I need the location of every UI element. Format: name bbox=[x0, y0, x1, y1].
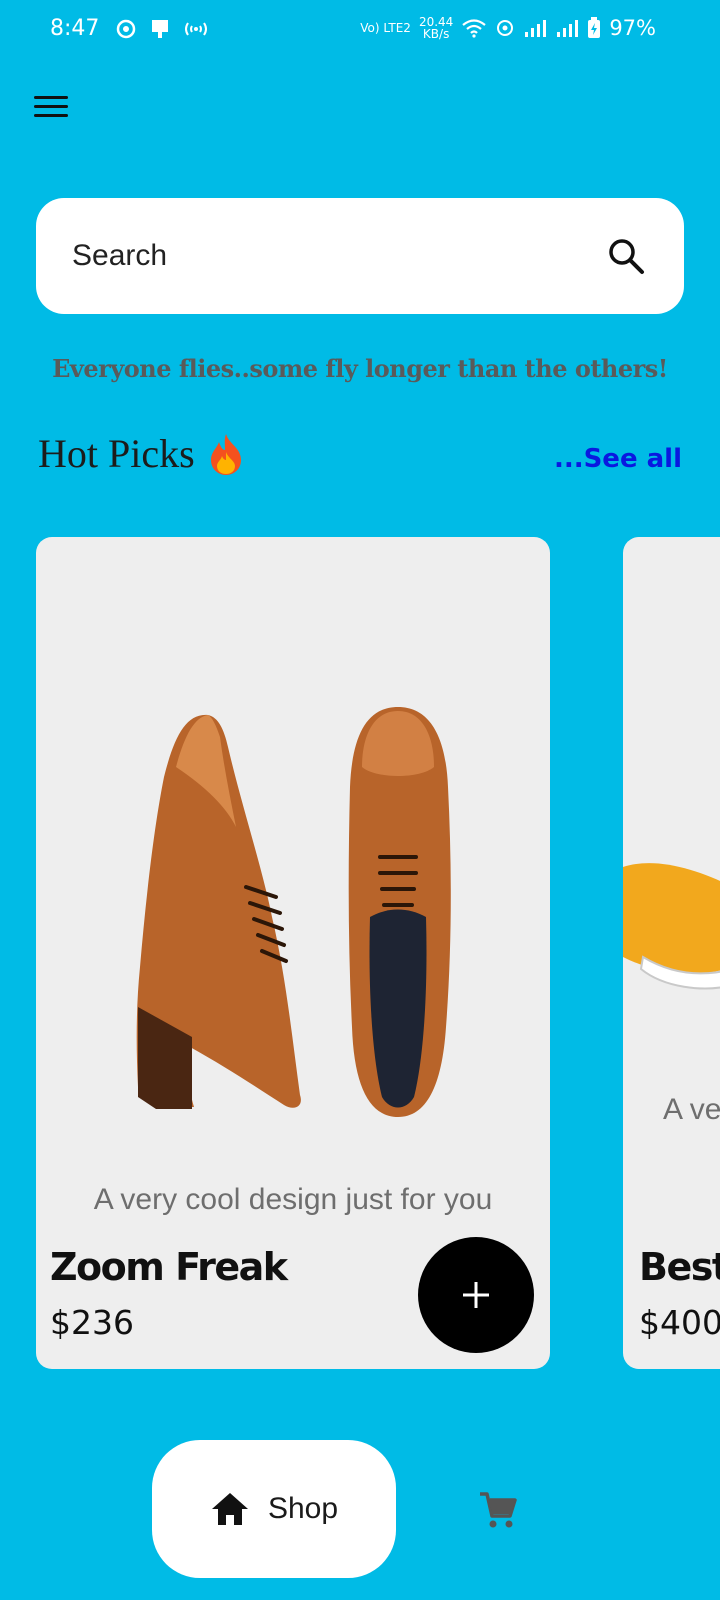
signal-icon bbox=[557, 20, 579, 37]
product-name: Zoom Freak bbox=[50, 1245, 288, 1289]
nav-shop-label: Shop bbox=[267, 1492, 339, 1525]
whatsapp-icon bbox=[116, 19, 136, 39]
status-time: 8:47 bbox=[50, 16, 100, 41]
lte-indicator: Vo) LTE2 bbox=[360, 22, 411, 34]
cart-icon[interactable] bbox=[478, 1490, 518, 1530]
add-to-cart-button[interactable] bbox=[418, 1237, 534, 1353]
notification-icon bbox=[152, 20, 168, 38]
nav-shop-button[interactable]: Shop bbox=[152, 1440, 396, 1578]
see-all-link[interactable]: ...See all bbox=[554, 444, 682, 474]
tagline: Everyone flies..some fly longer than the… bbox=[52, 354, 668, 383]
product-card[interactable]: A very cool design just for you Zoom Fre… bbox=[36, 537, 550, 1369]
menu-line bbox=[34, 105, 68, 108]
product-price: $236 bbox=[50, 1303, 134, 1342]
lte-label: Vo) LTE2 bbox=[360, 21, 411, 35]
home-icon bbox=[211, 1493, 248, 1525]
product-price: $400 bbox=[639, 1303, 720, 1342]
product-description: A ve bbox=[663, 1093, 720, 1126]
product-card[interactable]: A ve Best $400 bbox=[623, 537, 720, 1369]
battery-charging-icon bbox=[588, 17, 601, 38]
hamburger-menu-icon[interactable] bbox=[34, 96, 68, 122]
net-speed: 20.44 KB/s bbox=[419, 16, 453, 40]
section-title: Hot Picks bbox=[38, 430, 245, 477]
battery-percent: 97% bbox=[609, 16, 656, 40]
hotspot-icon bbox=[185, 22, 207, 36]
menu-line bbox=[34, 114, 68, 117]
status-bar: 8:47 Vo) LTE2 20.44 KB/s 97% bbox=[0, 0, 720, 60]
search-input[interactable] bbox=[72, 232, 592, 280]
product-description: A very cool design just for you bbox=[93, 1183, 493, 1216]
nfc-icon bbox=[497, 20, 514, 36]
section-title-text: Hot Picks bbox=[38, 431, 195, 476]
net-speed-unit: KB/s bbox=[422, 27, 450, 41]
search-bar[interactable] bbox=[36, 198, 684, 314]
wifi-icon bbox=[462, 19, 487, 38]
fire-icon bbox=[210, 433, 241, 475]
menu-line bbox=[34, 96, 68, 99]
signal-icon bbox=[525, 20, 547, 37]
product-image bbox=[136, 707, 451, 1117]
search-icon[interactable] bbox=[606, 236, 646, 276]
product-image bbox=[623, 863, 720, 990]
status-right: Vo) LTE2 20.44 KB/s 97% bbox=[360, 16, 656, 40]
product-name: Best bbox=[639, 1245, 720, 1289]
status-left-icons bbox=[116, 18, 208, 40]
